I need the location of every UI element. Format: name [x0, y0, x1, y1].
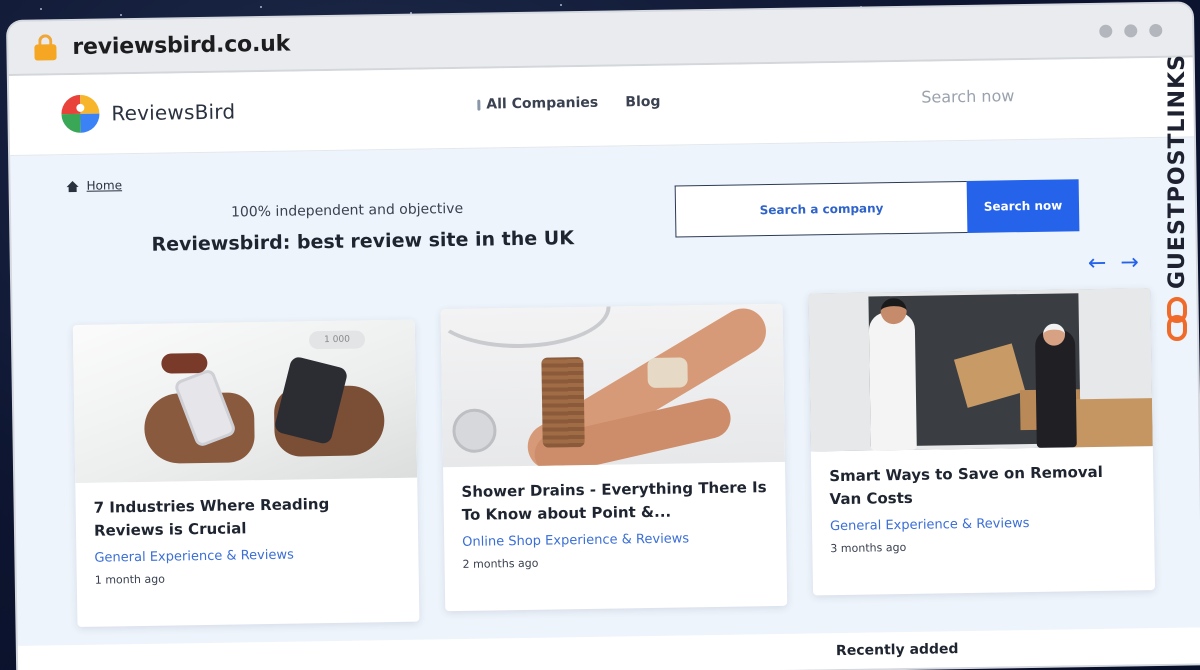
- breadcrumb: Home: [66, 178, 122, 193]
- arrow-right-icon[interactable]: →: [1120, 250, 1139, 275]
- recently-added-heading: Recently added: [835, 641, 959, 660]
- recent-section-strip: [17, 627, 1200, 670]
- card-date: 2 months ago: [462, 556, 539, 571]
- blog-card[interactable]: Smart Ways to Save on Removal Van Costs …: [808, 288, 1156, 596]
- card-date: 3 months ago: [830, 540, 907, 556]
- blog-card[interactable]: 1 000 7 Industries Where Reading Reviews…: [72, 319, 420, 627]
- company-search-form: Search a company Search now: [674, 179, 1080, 238]
- breadcrumb-home-link[interactable]: Home: [86, 178, 122, 193]
- card-category-link[interactable]: General Experience & Reviews: [830, 514, 1136, 534]
- menu-bar-icon: [477, 99, 481, 111]
- arrow-left-icon[interactable]: ←: [1088, 251, 1107, 276]
- card-category-link[interactable]: General Experience & Reviews: [94, 546, 400, 566]
- nav-blog[interactable]: Blog: [625, 94, 660, 111]
- header-search-link[interactable]: Search now: [921, 86, 1014, 106]
- brand-name: ReviewsBird: [111, 99, 236, 126]
- browser-window: reviewsbird.co.uk ReviewsBird All Compan…: [8, 3, 1200, 670]
- address-bar-url[interactable]: reviewsbird.co.uk: [72, 31, 290, 59]
- guestpostlinks-watermark: GUESTPOSTLINKS: [1160, 54, 1194, 354]
- card-image-van[interactable]: [808, 288, 1153, 452]
- hero-headline: Reviewsbird: best review site in the UK: [151, 227, 575, 256]
- card-image-shower[interactable]: [440, 303, 786, 468]
- card-title[interactable]: Shower Drains - Everything There Is To K…: [461, 476, 768, 527]
- window-controls: [1099, 23, 1163, 38]
- card-title[interactable]: Smart Ways to Save on Removal Van Costs: [829, 460, 1136, 511]
- search-now-button[interactable]: Search now: [966, 179, 1080, 233]
- blog-card[interactable]: Shower Drains - Everything There Is To K…: [440, 303, 788, 612]
- site-logo[interactable]: ReviewsBird: [61, 92, 236, 134]
- nav-all-companies[interactable]: All Companies: [477, 95, 598, 113]
- hero-tagline: 100% independent and objective: [230, 200, 464, 221]
- watermark-text: GUESTPOSTLINKS: [1164, 54, 1190, 289]
- nav-all-companies-label: All Companies: [486, 94, 599, 113]
- bird-logo-icon: [61, 94, 100, 134]
- card-date: 1 month ago: [94, 572, 166, 587]
- window-dot-icon[interactable]: [1099, 24, 1113, 38]
- card-image-phones[interactable]: 1 000: [72, 319, 418, 484]
- company-search-input[interactable]: Search a company: [674, 180, 968, 238]
- window-dot-icon[interactable]: [1149, 23, 1163, 38]
- chain-link-icon: [1165, 297, 1189, 341]
- card-title[interactable]: 7 Industries Where Reading Reviews is Cr…: [93, 492, 400, 543]
- card-category-link[interactable]: Online Shop Experience & Reviews: [462, 530, 768, 550]
- blog-card-list: 1 000 7 Industries Where Reading Reviews…: [72, 288, 1156, 627]
- home-icon: [66, 180, 79, 192]
- carousel-arrows: ← →: [1088, 250, 1139, 276]
- hero-section: Home 100% independent and objective Revi…: [10, 137, 1200, 670]
- likes-badge: 1 000: [308, 330, 366, 350]
- lock-icon: [34, 34, 57, 61]
- window-dot-icon[interactable]: [1124, 24, 1138, 38]
